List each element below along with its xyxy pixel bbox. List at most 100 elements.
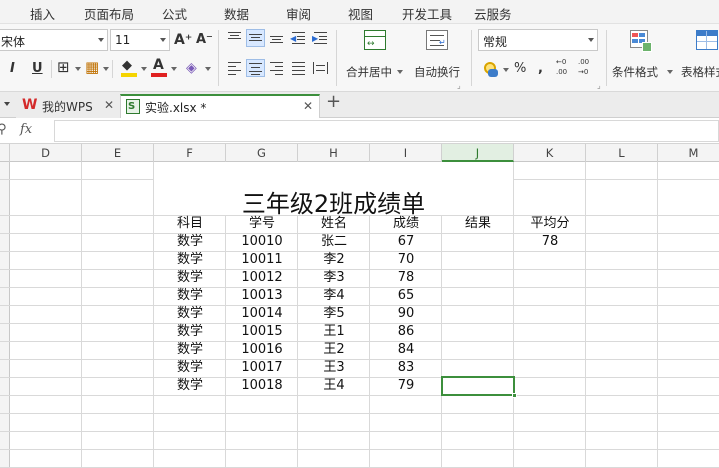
header-cell-name[interactable]: 姓名 [298, 215, 370, 233]
cell-student-id[interactable]: 10018 [226, 377, 298, 395]
chevron-down-icon[interactable] [141, 67, 147, 71]
underline-icon[interactable]: U [32, 61, 43, 77]
clear-format-icon[interactable]: ◈ [186, 60, 197, 76]
cell-student-id[interactable]: 10016 [226, 341, 298, 359]
cell-name[interactable]: 李5 [298, 305, 370, 323]
close-icon[interactable]: ✕ [303, 98, 313, 114]
cell-name[interactable]: 李3 [298, 269, 370, 287]
cell-subject[interactable]: 数学 [154, 341, 226, 359]
column-header-h[interactable]: H [298, 144, 370, 162]
chevron-down-icon[interactable] [4, 102, 10, 106]
cell-subject[interactable]: 数学 [154, 269, 226, 287]
tab-experiment-xlsx[interactable]: S 实验.xlsx * ✕ [120, 94, 320, 118]
table-style-button[interactable]: 表格样式 [678, 28, 719, 88]
cell-subject[interactable]: 数学 [154, 305, 226, 323]
cell-subject[interactable]: 数学 [154, 233, 226, 251]
cell-student-id[interactable]: 10012 [226, 269, 298, 287]
header-cell-subject[interactable]: 科目 [154, 215, 226, 233]
cell-subject[interactable]: 数学 [154, 323, 226, 341]
justify-icon[interactable] [290, 60, 307, 76]
align-top-icon[interactable] [226, 30, 243, 46]
align-left-icon[interactable] [226, 60, 243, 76]
grow-font-icon[interactable]: A⁺ [174, 32, 192, 48]
cell-name[interactable]: 王1 [298, 323, 370, 341]
header-cell-result[interactable]: 结果 [442, 215, 514, 233]
column-header-g[interactable]: G [226, 144, 298, 162]
sheet-grid[interactable]: 三年级2班成绩单 科目 学号 姓名 成绩 结果 平均分 78 数学 10010 … [0, 162, 719, 468]
average-value-cell[interactable]: 78 [514, 233, 586, 251]
menu-view[interactable]: 视图 [348, 4, 373, 23]
font-size-select[interactable]: 11 [110, 29, 170, 51]
new-tab-plus-icon[interactable]: + [326, 93, 341, 111]
cell-name[interactable]: 张二 [298, 233, 370, 251]
column-header-d[interactable]: D [10, 144, 82, 162]
column-header-i[interactable]: I [370, 144, 442, 162]
cell-score[interactable]: 83 [370, 359, 442, 377]
active-cell-selection[interactable] [441, 376, 517, 398]
fill-handle[interactable] [512, 393, 517, 398]
number-format-select[interactable]: 常规 [478, 29, 598, 51]
cell-score[interactable]: 90 [370, 305, 442, 323]
font-name-select[interactable]: 宋体 [0, 29, 108, 51]
border-icon[interactable]: ⊞ [57, 59, 70, 75]
cell-name[interactable]: 王3 [298, 359, 370, 377]
formula-input[interactable] [54, 120, 719, 142]
chevron-down-icon[interactable] [205, 67, 211, 71]
chevron-down-icon[interactable] [75, 67, 81, 71]
menu-formulas[interactable]: 公式 [162, 4, 187, 23]
column-header-j[interactable]: J [442, 144, 514, 162]
cell-score[interactable]: 79 [370, 377, 442, 395]
column-header-l[interactable]: L [586, 144, 658, 162]
font-color-icon[interactable]: A [150, 57, 168, 78]
search-icon[interactable]: ⚲ [0, 122, 7, 138]
shrink-font-icon[interactable]: A⁻ [196, 32, 213, 48]
cell-name[interactable]: 王4 [298, 377, 370, 395]
menu-page-layout[interactable]: 页面布局 [84, 4, 134, 23]
cell-student-id[interactable]: 10017 [226, 359, 298, 377]
merged-title-cell[interactable]: 三年级2班成绩单 [154, 180, 513, 218]
header-cell-student-id[interactable]: 学号 [226, 215, 298, 233]
tab-my-wps[interactable]: W 我的WPS ✕ [16, 94, 120, 118]
merge-center-button[interactable]: ↔ 合并居中 [344, 28, 406, 88]
column-header-f[interactable]: F [154, 144, 226, 162]
decrease-indent-icon[interactable]: ◀ [290, 30, 307, 46]
cell-student-id[interactable]: 10015 [226, 323, 298, 341]
align-middle-icon[interactable] [246, 29, 265, 47]
increase-decimal-icon[interactable]: ←0 .00 [556, 58, 572, 80]
header-cell-score[interactable]: 成绩 [370, 215, 442, 233]
menu-review[interactable]: 审阅 [286, 4, 311, 23]
cell-subject[interactable]: 数学 [154, 377, 226, 395]
chevron-down-icon[interactable] [171, 67, 177, 71]
cell-student-id[interactable]: 10011 [226, 251, 298, 269]
cell-score[interactable]: 86 [370, 323, 442, 341]
column-header-m[interactable]: M [658, 144, 719, 162]
cell-score[interactable]: 78 [370, 269, 442, 287]
chevron-down-icon[interactable] [103, 67, 109, 71]
menu-data[interactable]: 数据 [224, 4, 249, 23]
cell-name[interactable]: 李4 [298, 287, 370, 305]
cell-subject[interactable]: 数学 [154, 251, 226, 269]
cell-student-id[interactable]: 10013 [226, 287, 298, 305]
menu-developer-tools[interactable]: 开发工具 [402, 4, 452, 23]
increase-indent-icon[interactable]: ▶ [312, 30, 329, 46]
fill-pattern-icon[interactable]: ▦ [85, 59, 99, 75]
column-header-e[interactable]: E [82, 144, 154, 162]
align-bottom-icon[interactable] [268, 30, 285, 46]
close-icon[interactable]: ✕ [104, 97, 114, 113]
column-header-k[interactable]: K [514, 144, 586, 162]
italic-icon[interactable]: I [10, 61, 15, 77]
cell-student-id[interactable]: 10014 [226, 305, 298, 323]
cell-score[interactable]: 65 [370, 287, 442, 305]
currency-icon[interactable] [482, 60, 500, 78]
cell-score[interactable]: 70 [370, 251, 442, 269]
menu-cloud-services[interactable]: 云服务 [474, 4, 512, 23]
align-right-icon[interactable] [268, 60, 285, 76]
header-cell-average[interactable]: 平均分 [514, 215, 586, 233]
cell-score[interactable]: 84 [370, 341, 442, 359]
conditional-format-button[interactable]: 条件格式 [610, 28, 674, 88]
menu-insert[interactable]: 插入 [30, 4, 55, 23]
fill-color-icon[interactable]: ◆ [120, 58, 138, 78]
comma-style-icon[interactable]: , [538, 61, 543, 77]
cell-subject[interactable]: 数学 [154, 287, 226, 305]
cell-name[interactable]: 李2 [298, 251, 370, 269]
